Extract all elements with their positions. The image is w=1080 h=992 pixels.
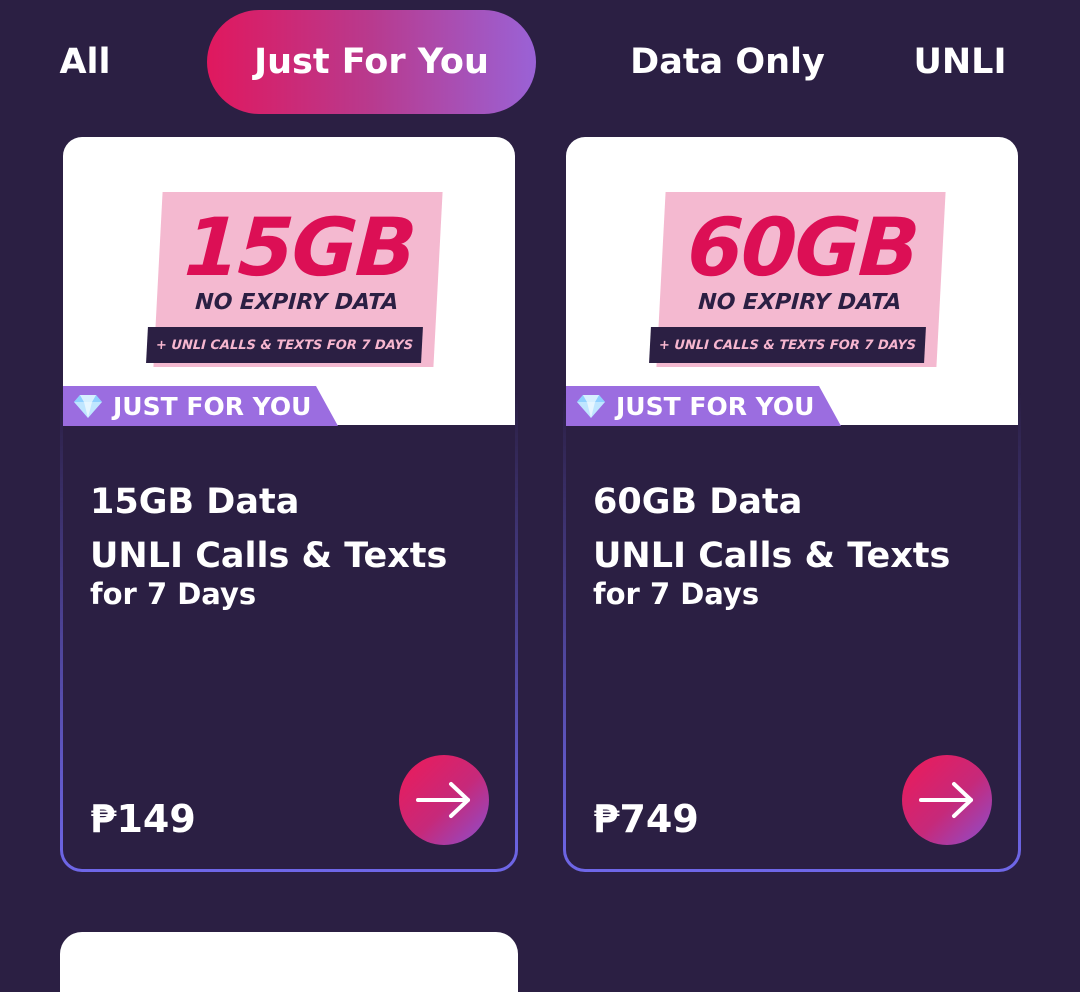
promo-band: + UNLI CALLS & TEXTS FOR 7 DAYS — [146, 327, 423, 363]
just-for-you-badge: JUST FOR YOU — [63, 386, 338, 426]
card-duration: for 7 Days — [593, 577, 760, 611]
promo-amount: 15GB — [182, 201, 418, 294]
promo-subtitle: NO EXPIRY DATA — [697, 290, 902, 315]
arrow-right-icon — [919, 782, 973, 818]
card-price: ₱749 — [593, 797, 699, 841]
card-title: 15GB Data UNLI Calls & Texts — [90, 475, 447, 583]
next-promo-card[interactable] — [60, 932, 518, 992]
tab-just-for-you[interactable]: Just For You — [207, 10, 536, 114]
promo-amount: 60GB — [685, 201, 921, 294]
promo-image: 15GB NO EXPIRY DATA + UNLI CALLS & TEXTS… — [63, 137, 515, 426]
tab-unli[interactable]: UNLI — [890, 10, 1030, 114]
badge-label: JUST FOR YOU — [616, 391, 815, 421]
diamond-icon — [576, 393, 606, 419]
badge-label: JUST FOR YOU — [113, 391, 312, 421]
promo-image: 60GB NO EXPIRY DATA + UNLI CALLS & TEXTS… — [566, 137, 1018, 426]
tab-all[interactable]: All — [40, 10, 130, 114]
card-title: 60GB Data UNLI Calls & Texts — [593, 475, 950, 583]
card-price: ₱149 — [90, 797, 196, 841]
promo-subtitle: NO EXPIRY DATA — [194, 290, 399, 315]
tab-data-only[interactable]: Data Only — [600, 10, 855, 114]
card-title-line-2: UNLI Calls & Texts — [90, 536, 448, 576]
arrow-right-icon — [416, 782, 470, 818]
card-duration: for 7 Days — [90, 577, 257, 611]
card-title-line-1: 15GB Data — [90, 482, 300, 522]
card-title-line-2: UNLI Calls & Texts — [593, 536, 951, 576]
view-offer-button[interactable] — [902, 755, 992, 845]
card-title-line-1: 60GB Data — [593, 482, 803, 522]
promo-band: + UNLI CALLS & TEXTS FOR 7 DAYS — [649, 327, 926, 363]
filter-tabs: All Just For You Data Only UNLI — [0, 0, 1080, 125]
just-for-you-badge: JUST FOR YOU — [566, 386, 841, 426]
diamond-icon — [73, 393, 103, 419]
promo-card[interactable]: 15GB NO EXPIRY DATA + UNLI CALLS & TEXTS… — [60, 134, 518, 872]
view-offer-button[interactable] — [399, 755, 489, 845]
promo-card[interactable]: 60GB NO EXPIRY DATA + UNLI CALLS & TEXTS… — [563, 134, 1021, 872]
